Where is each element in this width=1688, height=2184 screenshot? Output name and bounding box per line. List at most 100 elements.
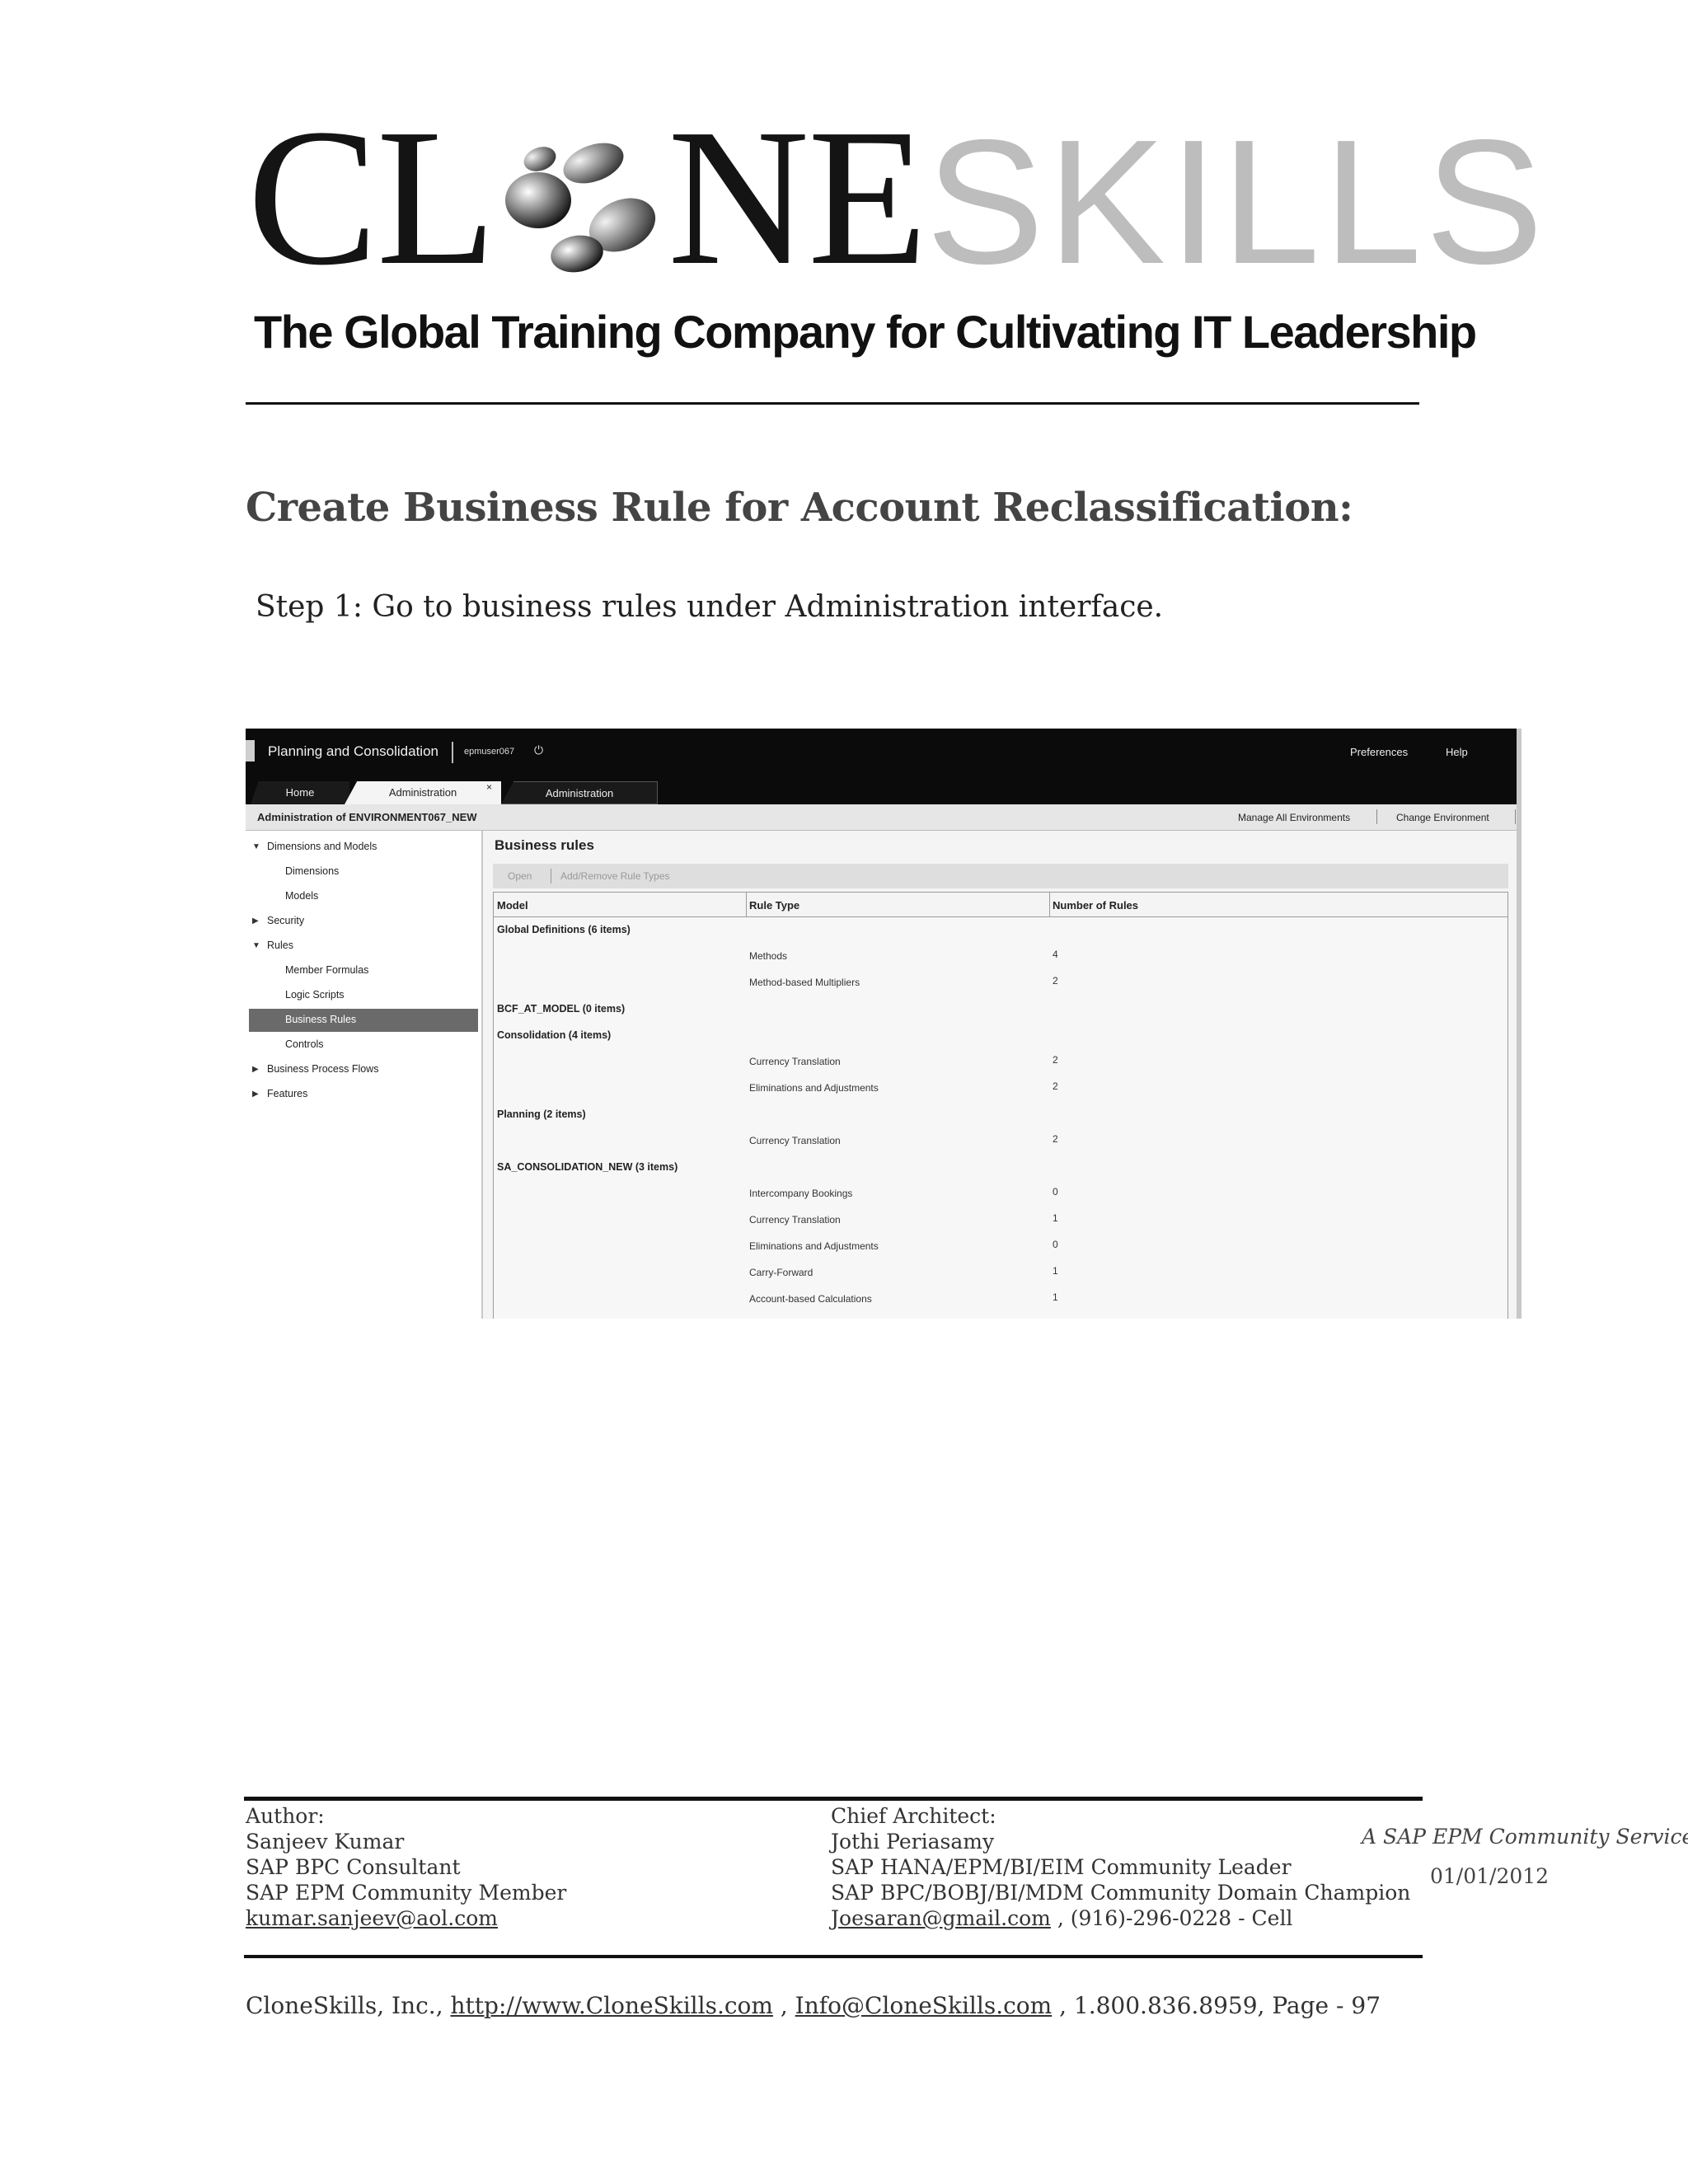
author-block: Author: Sanjeev Kumar SAP BPC Consultant…: [246, 1803, 566, 1931]
cloneskills-logo: CL NESKILLS: [247, 100, 1543, 296]
rule-type-cell[interactable]: Eliminations and Adjustments: [749, 1082, 879, 1094]
rule-type-cell[interactable]: Account-based Calculations: [749, 1293, 872, 1305]
column-header-model[interactable]: Model: [497, 899, 528, 912]
nav-controls[interactable]: Controls: [285, 1038, 324, 1050]
nav-business-rules[interactable]: Business Rules: [285, 1014, 356, 1025]
expanded-arrow-icon[interactable]: ▼: [252, 941, 260, 950]
chief-role: SAP BPC/BOBJ/BI/MDM Community Domain Cha…: [831, 1881, 1411, 1905]
group-row[interactable]: Planning (2 items): [497, 1108, 586, 1120]
column-header-number-of-rules[interactable]: Number of Rules: [1053, 899, 1138, 912]
manage-all-environments-link[interactable]: Manage All Environments: [1238, 812, 1350, 823]
group-row[interactable]: Consolidation (4 items): [497, 1029, 611, 1041]
close-tab-icon[interactable]: ×: [486, 781, 492, 793]
chief-architect-block: Chief Architect: Jothi Periasamy SAP HAN…: [831, 1803, 1410, 1931]
rule-type-cell[interactable]: Currency Translation: [749, 1135, 841, 1146]
footer-bottom-rule: [244, 1955, 1423, 1958]
rule-count-cell: 0: [1053, 1186, 1058, 1197]
rule-count-cell: 1: [1053, 1291, 1058, 1303]
brand-marker: [246, 740, 255, 762]
step-instruction: Step 1: Go to business rules under Admin…: [256, 590, 1164, 624]
toolbar-separator: [1376, 809, 1377, 824]
website-link[interactable]: http://www.CloneSkills.com: [451, 1992, 773, 2019]
user-name: epmuser067: [464, 747, 515, 757]
brand-separator: [452, 742, 453, 763]
app-top-bar: Planning and Consolidation epmuser067 ⏻ …: [246, 729, 1517, 804]
admin-bar: Administration of ENVIRONMENT067_NEW Man…: [246, 804, 1517, 831]
grid-header: Model Rule Type Number of Rules: [494, 893, 1507, 917]
chief-phone: , (916)-296-0228 - Cell: [1050, 1906, 1293, 1930]
author-role: SAP EPM Community Member: [246, 1881, 567, 1905]
collapsed-arrow-icon[interactable]: ▶: [252, 1065, 259, 1074]
toolbar-separator: [1515, 809, 1516, 824]
column-separator: [1049, 893, 1050, 917]
rule-type-cell[interactable]: Carry-Forward: [749, 1267, 813, 1278]
author-email-link[interactable]: kumar.sanjeev@aol.com: [246, 1905, 566, 1931]
help-link[interactable]: Help: [1446, 746, 1468, 758]
chief-role: SAP HANA/EPM/BI/EIM Community Leader: [831, 1855, 1292, 1879]
logo-ovals-mark: [505, 143, 656, 273]
rule-count-cell: 1: [1053, 1212, 1058, 1224]
bpc-admin-screenshot: Planning and Consolidation epmuser067 ⏻ …: [246, 729, 1522, 1319]
author-name: Sanjeev Kumar: [246, 1830, 405, 1854]
preferences-link[interactable]: Preferences: [1350, 746, 1408, 758]
nav-security[interactable]: Security: [267, 915, 304, 926]
nav-logic-scripts[interactable]: Logic Scripts: [285, 989, 345, 1001]
nav-selected-highlight: [249, 1009, 478, 1032]
column-header-rule-type[interactable]: Rule Type: [749, 899, 799, 912]
nav-dimensions[interactable]: Dimensions: [285, 865, 339, 877]
admin-navigation-tree: ▼ Dimensions and Models Dimensions Model…: [246, 831, 483, 1319]
community-service-note: A SAP EPM Community Service: [1362, 1825, 1688, 1849]
rule-type-cell[interactable]: Intercompany Bookings: [749, 1188, 852, 1199]
admin-environment-title: Administration of ENVIRONMENT067_NEW: [257, 811, 477, 823]
chief-label: Chief Architect:: [831, 1804, 996, 1828]
tab-administration-active[interactable]: Administration: [345, 781, 501, 804]
footer-top-rule: [244, 1797, 1423, 1801]
rule-count-cell: 1: [1053, 1265, 1058, 1277]
info-email-link[interactable]: Info@CloneSkills.com: [795, 1992, 1053, 2019]
rule-type-cell[interactable]: Method-based Multipliers: [749, 977, 860, 988]
header-divider: [246, 402, 1419, 405]
company-contact-line: CloneSkills, Inc., http://www.CloneSkill…: [246, 1992, 1381, 2019]
nav-business-process-flows[interactable]: Business Process Flows: [267, 1063, 378, 1075]
collapsed-arrow-icon[interactable]: ▶: [252, 1090, 259, 1099]
column-separator: [746, 893, 747, 917]
expanded-arrow-icon[interactable]: ▼: [252, 842, 260, 851]
rule-type-cell[interactable]: Methods: [749, 950, 787, 962]
collapsed-arrow-icon[interactable]: ▶: [252, 916, 259, 926]
business-rules-grid: Model Rule Type Number of Rules Global D…: [493, 892, 1508, 1319]
rule-count-cell: 0: [1053, 1239, 1058, 1250]
chief-email-link[interactable]: Joesaran@gmail.com: [831, 1906, 1051, 1930]
rule-count-cell: 2: [1053, 1080, 1058, 1092]
chief-contact: Joesaran@gmail.com , (916)-296-0228 - Ce…: [831, 1905, 1410, 1931]
author-label: Author:: [246, 1804, 325, 1828]
group-row[interactable]: BCF_AT_MODEL (0 items): [497, 1003, 625, 1015]
panel-title: Business rules: [495, 837, 594, 853]
tab-administration[interactable]: Administration: [501, 781, 658, 804]
rule-count-cell: 2: [1053, 1054, 1058, 1066]
rule-type-cell[interactable]: Currency Translation: [749, 1214, 841, 1226]
nav-rules[interactable]: Rules: [267, 940, 293, 951]
app-title: Planning and Consolidation: [268, 743, 438, 759]
power-icon[interactable]: ⏻: [534, 743, 543, 757]
document-date: 01/01/2012: [1430, 1864, 1550, 1888]
author-role: SAP BPC Consultant: [246, 1855, 461, 1879]
tagline: The Global Training Company for Cultivat…: [254, 306, 1477, 358]
business-rules-panel: Business rules Open Add/Remove Rule Type…: [485, 831, 1517, 1319]
add-remove-rule-types-button[interactable]: Add/Remove Rule Types: [560, 870, 670, 882]
nav-features[interactable]: Features: [267, 1088, 307, 1099]
change-environment-link[interactable]: Change Environment: [1396, 812, 1489, 823]
rule-type-cell[interactable]: Currency Translation: [749, 1056, 841, 1067]
page-title: Create Business Rule for Account Reclass…: [246, 485, 1353, 531]
rule-count-cell: 4: [1053, 949, 1058, 960]
open-button[interactable]: Open: [508, 870, 532, 882]
rule-type-cell[interactable]: Eliminations and Adjustments: [749, 1240, 879, 1252]
nav-member-formulas[interactable]: Member Formulas: [285, 964, 368, 976]
group-row[interactable]: SA_CONSOLIDATION_NEW (3 items): [497, 1161, 678, 1173]
nav-dimensions-and-models[interactable]: Dimensions and Models: [267, 841, 377, 852]
rule-count-cell: 2: [1053, 975, 1058, 987]
group-row[interactable]: Global Definitions (6 items): [497, 924, 631, 935]
tab-home[interactable]: Home: [251, 781, 349, 804]
phone-and-page: , 1.800.836.8959, Page - 97: [1052, 1992, 1381, 2019]
nav-models[interactable]: Models: [285, 890, 318, 902]
rule-count-cell: 2: [1053, 1133, 1058, 1145]
